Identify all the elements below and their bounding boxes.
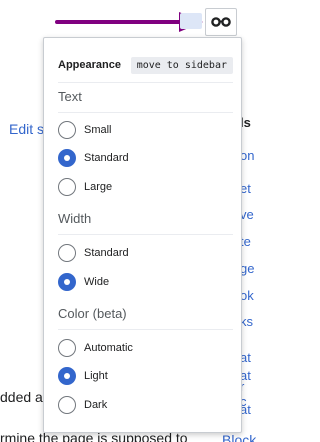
section-heading-text: Text xyxy=(58,89,82,104)
option-color-automatic[interactable]: Automatic xyxy=(58,338,133,358)
option-label: Light xyxy=(84,370,108,382)
appearance-toggle-button[interactable] xyxy=(205,8,237,36)
option-width-standard[interactable]: Standard xyxy=(58,243,129,263)
radio-button[interactable] xyxy=(58,121,76,139)
panel-title: Appearance xyxy=(58,59,121,71)
option-label: Automatic xyxy=(84,342,133,354)
option-label: Standard xyxy=(84,152,129,164)
block-link[interactable]: Block xyxy=(222,432,256,442)
radio-button[interactable] xyxy=(58,273,76,291)
option-label: Dark xyxy=(84,399,108,411)
option-label: Standard xyxy=(84,247,129,259)
divider xyxy=(58,82,233,83)
radio-button[interactable] xyxy=(58,339,76,357)
section-heading-width: Width xyxy=(58,211,92,226)
panel-header: Appearance move to sidebar xyxy=(58,55,233,75)
section-heading-color: Color (beta) xyxy=(58,306,127,321)
option-label: Small xyxy=(84,124,112,136)
appearance-panel: Appearance move to sidebar Text Small St… xyxy=(43,37,242,433)
radio-button[interactable] xyxy=(58,396,76,414)
divider xyxy=(58,234,233,235)
radio-button[interactable] xyxy=(58,244,76,262)
tools-link[interactable]: ok xyxy=(240,288,254,303)
radio-button[interactable] xyxy=(58,367,76,385)
option-text-standard[interactable]: Standard xyxy=(58,148,129,168)
option-text-small[interactable]: Small xyxy=(58,120,112,140)
option-color-dark[interactable]: Dark xyxy=(58,395,107,415)
divider xyxy=(58,112,233,113)
option-color-light[interactable]: Light xyxy=(58,366,108,386)
move-to-sidebar-button[interactable]: move to sidebar xyxy=(130,56,233,74)
arrow-highlight xyxy=(180,13,202,29)
tools-link[interactable]: ve xyxy=(240,207,254,222)
option-width-wide[interactable]: Wide xyxy=(58,272,109,292)
glasses-icon xyxy=(211,17,231,27)
tools-link[interactable]: ge xyxy=(240,261,254,276)
option-text-large[interactable]: Large xyxy=(58,177,112,197)
divider xyxy=(58,329,233,330)
radio-button[interactable] xyxy=(58,149,76,167)
tools-link[interactable]: on xyxy=(240,148,254,163)
option-label: Wide xyxy=(84,276,110,288)
radio-button[interactable] xyxy=(58,178,76,196)
option-label: Large xyxy=(84,181,113,193)
